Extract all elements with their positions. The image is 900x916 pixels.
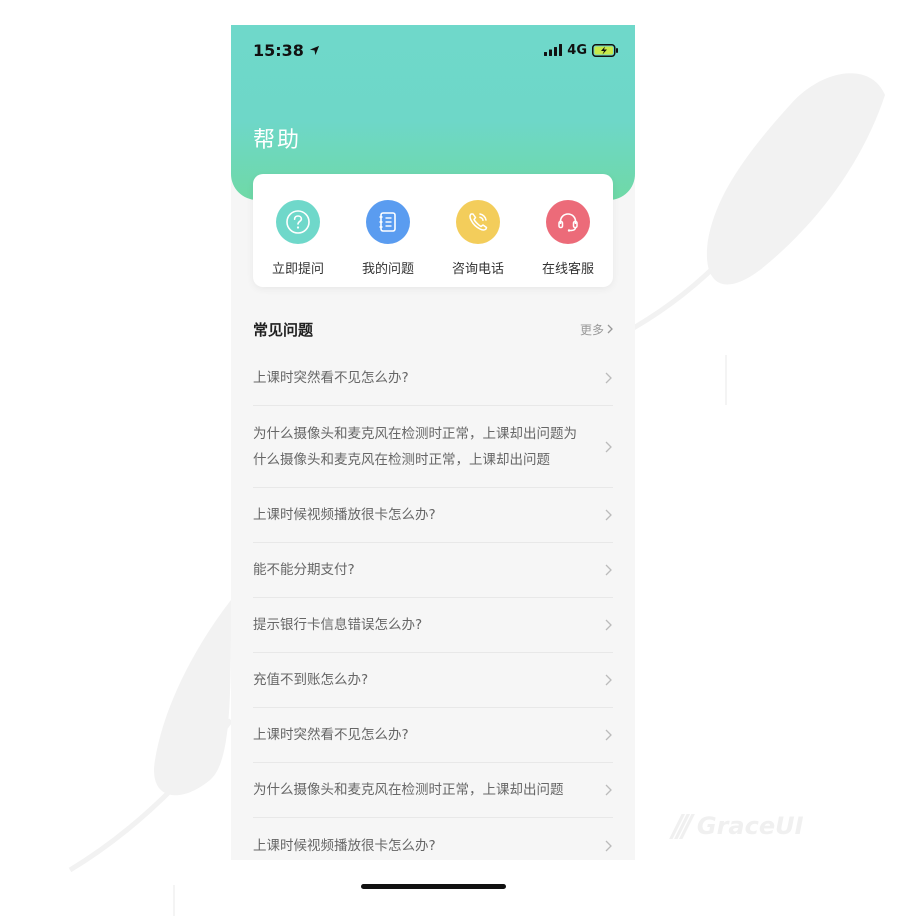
faq-question: 提示银行卡信息错误怎么办? — [253, 617, 423, 633]
chevron-right-icon — [605, 372, 612, 384]
more-label: 更多 — [579, 322, 604, 337]
faq-list-item[interactable]: 上课时候视频播放很卡怎么办? — [253, 818, 613, 860]
quick-action-label: 我的问题 — [361, 262, 414, 277]
chevron-right-icon — [605, 441, 612, 452]
chevron-right-icon — [605, 784, 612, 796]
chevron-right-icon — [607, 324, 613, 334]
faq-list-item[interactable]: 为什么摄像头和麦克风在检测时正常，上课却出问题 — [253, 763, 613, 818]
faq-list-item[interactable]: 上课时突然看不见怎么办? — [253, 351, 613, 406]
faq-list-item[interactable]: 充值不到账怎么办? — [253, 653, 613, 708]
phone-screen: 15:38 4G 帮助 立即提问 我的问题 咨询电话 在线客服 常见问题 更多 … — [231, 25, 635, 860]
faq-question: 上课时候视频播放很卡怎么办? — [253, 837, 436, 854]
signal-icon — [544, 44, 563, 56]
phone-icon — [456, 200, 500, 244]
chevron-right-icon — [605, 509, 612, 521]
quick-action-ask[interactable]: 立即提问 — [255, 200, 341, 277]
chevron-right-icon — [605, 564, 612, 576]
faq-question: 能不能分期支付? — [253, 562, 355, 578]
faq-list-item[interactable]: 上课时突然看不见怎么办? — [253, 708, 613, 763]
brand-slashes: /// — [672, 808, 693, 844]
quick-action-label: 立即提问 — [271, 262, 324, 277]
faq-list: 上课时突然看不见怎么办? 为什么摄像头和麦克风在检测时正常，上课却出问题为什么摄… — [253, 351, 613, 860]
home-indicator[interactable] — [361, 884, 506, 889]
quick-action-phone-consult[interactable]: 咨询电话 — [435, 200, 521, 277]
quick-action-label: 在线客服 — [541, 262, 594, 277]
quick-action-online-service[interactable]: 在线客服 — [525, 200, 611, 277]
faq-list-item[interactable]: 能不能分期支付? — [253, 543, 613, 598]
faq-question: 充值不到账怎么办? — [253, 672, 369, 688]
faq-question: 为什么摄像头和麦克风在检测时正常，上课却出问题 — [253, 782, 564, 798]
quick-actions-card: 立即提问 我的问题 咨询电话 在线客服 — [253, 174, 613, 287]
brand-watermark: /// GraceUI — [672, 808, 804, 844]
faq-section-header: 常见问题 更多 — [253, 315, 613, 343]
faq-question: 上课时突然看不见怎么办? — [253, 727, 409, 743]
battery-charging-icon — [592, 43, 618, 57]
faq-section-title: 常见问题 — [253, 320, 314, 339]
faq-question: 上课时候视频播放很卡怎么办? — [253, 507, 436, 523]
page-title: 帮助 — [253, 128, 302, 153]
faq-list-item[interactable]: 上课时候视频播放很卡怎么办? — [253, 488, 613, 543]
notebook-icon — [366, 200, 410, 244]
headset-icon — [546, 200, 590, 244]
chevron-right-icon — [605, 840, 612, 851]
faq-question: 上课时突然看不见怎么办? — [253, 370, 409, 386]
question-icon — [276, 200, 320, 244]
network-type: 4G — [567, 42, 587, 58]
status-time: 15:38 — [253, 40, 304, 60]
quick-action-label: 咨询电话 — [451, 262, 504, 277]
brand-name: GraceUI — [696, 812, 804, 840]
faq-list-item[interactable]: 为什么摄像头和麦克风在检测时正常，上课却出问题为什么摄像头和麦克风在检测时正常，… — [253, 406, 613, 488]
chevron-right-icon — [605, 674, 612, 686]
quick-action-my-questions[interactable]: 我的问题 — [345, 200, 431, 277]
location-arrow-icon — [309, 45, 320, 55]
faq-more-link[interactable]: 更多 — [580, 321, 613, 338]
faq-list-item[interactable]: 提示银行卡信息错误怎么办? — [253, 598, 613, 653]
chevron-right-icon — [605, 619, 612, 631]
chevron-right-icon — [605, 729, 612, 741]
status-bar: 15:38 4G — [231, 25, 635, 75]
faq-question: 为什么摄像头和麦克风在检测时正常，上课却出问题为什么摄像头和麦克风在检测时正常，… — [253, 425, 577, 468]
